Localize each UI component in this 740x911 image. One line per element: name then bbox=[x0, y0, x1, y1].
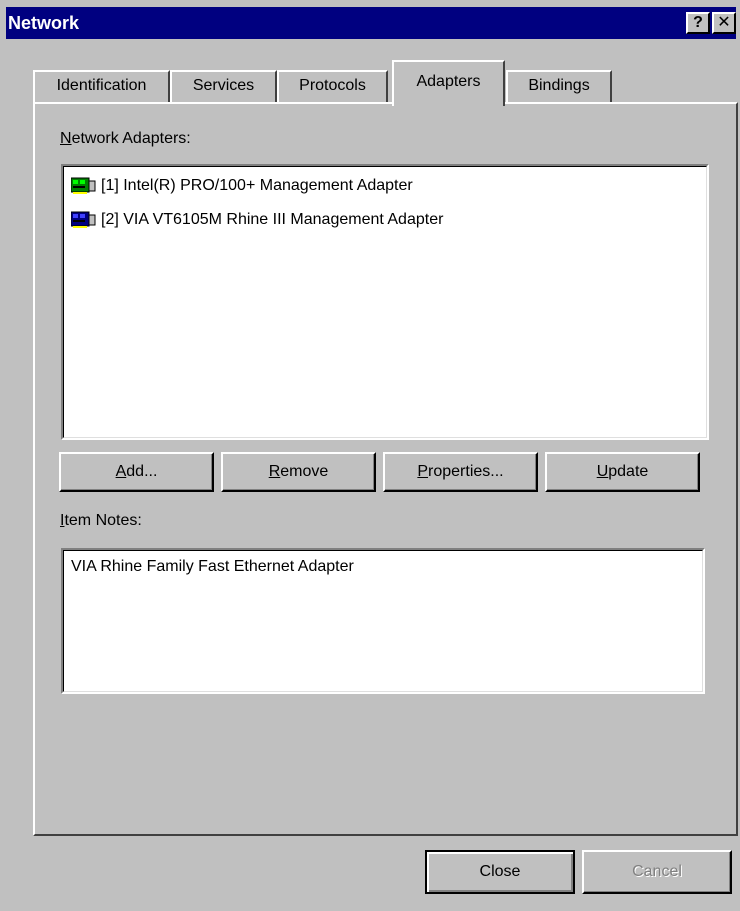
adapter-label: [1] Intel(R) PRO/100+ Management Adapter bbox=[101, 177, 413, 194]
list-item[interactable]: [1] Intel(R) PRO/100+ Management Adapter bbox=[71, 174, 413, 198]
button-text: roperties... bbox=[428, 463, 504, 480]
add-button[interactable]: Add... bbox=[59, 452, 214, 492]
help-button[interactable]: ? bbox=[686, 12, 710, 34]
update-button[interactable]: Update bbox=[545, 452, 700, 492]
tab-label: Services bbox=[192, 77, 255, 94]
label-text: tem Notes: bbox=[64, 512, 142, 529]
tab-identification[interactable]: Identification bbox=[33, 70, 170, 103]
network-card-green-icon bbox=[71, 177, 96, 194]
item-notes-text: VIA Rhine Family Fast Ethernet Adapter bbox=[71, 558, 354, 575]
adapter-label: [2] VIA VT6105M Rhine III Management Ada… bbox=[101, 211, 444, 228]
mnemonic: R bbox=[268, 463, 281, 480]
close-window-button[interactable]: ✕ bbox=[712, 12, 736, 34]
close-button[interactable]: Close bbox=[425, 850, 575, 894]
help-icon: ? bbox=[693, 14, 703, 31]
button-text: pdate bbox=[608, 463, 649, 480]
item-notes-label: Item Notes: bbox=[60, 511, 142, 531]
list-item[interactable]: [2] VIA VT6105M Rhine III Management Ada… bbox=[71, 208, 443, 232]
network-adapters-list[interactable]: [1] Intel(R) PRO/100+ Management Adapter… bbox=[61, 164, 709, 440]
mnemonic: N bbox=[60, 130, 72, 147]
network-card-blue-icon bbox=[71, 211, 96, 228]
tab-label: Bindings bbox=[528, 77, 590, 94]
button-text: dd... bbox=[126, 463, 158, 480]
mnemonic: U bbox=[596, 463, 609, 480]
window-title: Network bbox=[8, 13, 80, 33]
tab-services[interactable]: Services bbox=[170, 70, 277, 103]
network-dialog: Network ? ✕ Identification Services Prot… bbox=[0, 0, 740, 911]
cancel-button[interactable]: Cancel bbox=[582, 850, 732, 894]
network-adapters-label: Network Adapters: bbox=[60, 129, 191, 149]
adapters-tab-panel: Network Adapters: [1] Intel(R) PRO/100+ … bbox=[33, 102, 738, 836]
mnemonic: P bbox=[417, 463, 429, 480]
tab-bindings[interactable]: Bindings bbox=[506, 70, 612, 103]
mnemonic: A bbox=[115, 463, 127, 480]
list-inner bbox=[63, 166, 707, 438]
tab-label: Protocols bbox=[299, 77, 366, 94]
tab-label: Identification bbox=[56, 77, 147, 94]
tab-label: Adapters bbox=[416, 73, 481, 90]
title-bar[interactable]: Network ? ✕ bbox=[6, 7, 736, 39]
item-notes-box: VIA Rhine Family Fast Ethernet Adapter bbox=[61, 548, 705, 694]
label-text: etwork Adapters: bbox=[71, 130, 191, 147]
tab-adapters[interactable]: Adapters bbox=[392, 60, 505, 110]
button-text: emove bbox=[280, 463, 329, 480]
remove-button[interactable]: Remove bbox=[221, 452, 376, 492]
close-icon: ✕ bbox=[717, 14, 731, 31]
tab-protocols[interactable]: Protocols bbox=[277, 70, 388, 103]
properties-button[interactable]: Properties... bbox=[383, 452, 538, 492]
